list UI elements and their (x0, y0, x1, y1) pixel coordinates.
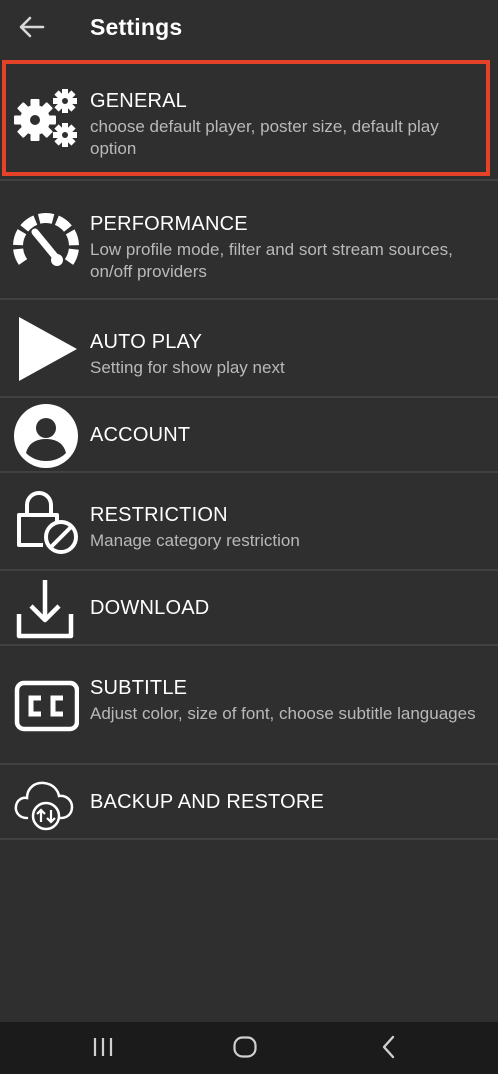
lock-restriction-icon (13, 489, 79, 555)
settings-item-description: choose default player, poster size, defa… (90, 117, 439, 158)
recents-button[interactable] (88, 1034, 118, 1064)
settings-item-label: ACCOUNT (90, 424, 191, 446)
back-button[interactable] (14, 11, 50, 47)
settings-item-label: RESTRICTION (90, 504, 228, 526)
settings-item-download[interactable]: DOWNLOAD (0, 571, 498, 646)
settings-item-label: GENERAL (90, 90, 187, 112)
settings-item-label: AUTO PLAY (90, 331, 203, 353)
app-bar: Settings (0, 0, 498, 58)
cloud-sync-icon (13, 770, 79, 836)
download-icon (13, 576, 79, 642)
speedometer-icon (13, 208, 79, 274)
settings-item-general[interactable]: GENERAL choose default player, poster si… (0, 58, 498, 181)
settings-item-text: PERFORMANCE Low profile mode, filter and… (90, 212, 478, 283)
arrow-left-icon (19, 16, 45, 43)
settings-item-description: Adjust color, size of font, choose subti… (90, 704, 476, 723)
settings-item-label: SUBTITLE (90, 677, 188, 699)
home-icon (232, 1035, 258, 1064)
settings-item-label: PERFORMANCE (90, 213, 248, 235)
gears-icon (13, 86, 79, 152)
settings-item-restriction[interactable]: RESTRICTION Manage category restriction (0, 473, 498, 571)
closed-captions-icon (13, 673, 79, 739)
settings-item-text: SUBTITLE Adjust color, size of font, cho… (90, 676, 478, 725)
settings-item-description: Setting for show play next (90, 358, 285, 377)
settings-item-auto-play[interactable]: AUTO PLAY Setting for show play next (0, 300, 498, 398)
settings-item-text: RESTRICTION Manage category restriction (90, 503, 478, 552)
settings-item-description: Manage category restriction (90, 531, 300, 550)
settings-item-text: ACCOUNT (90, 423, 478, 447)
system-navigation-bar (0, 1022, 498, 1074)
settings-item-subtitle[interactable]: SUBTITLE Adjust color, size of font, cho… (0, 646, 498, 765)
home-button[interactable] (230, 1034, 260, 1064)
settings-item-label: DOWNLOAD (90, 597, 210, 619)
settings-item-account[interactable]: ACCOUNT (0, 398, 498, 473)
settings-item-label: BACKUP AND RESTORE (90, 791, 325, 813)
page-title: Settings (90, 14, 183, 40)
play-icon (13, 316, 79, 382)
settings-screen: Settings GENERAL choose default player, … (0, 0, 498, 1074)
settings-list: GENERAL choose default player, poster si… (0, 58, 498, 840)
settings-item-description: Low profile mode, filter and sort stream… (90, 240, 453, 281)
settings-item-backup-restore[interactable]: BACKUP AND RESTORE (0, 765, 498, 840)
settings-item-text: AUTO PLAY Setting for show play next (90, 330, 478, 379)
back-chevron-icon (379, 1035, 399, 1064)
settings-item-text: DOWNLOAD (90, 596, 478, 620)
recents-icon (91, 1036, 115, 1063)
account-icon (13, 403, 79, 469)
system-back-button[interactable] (374, 1034, 404, 1064)
settings-item-text: GENERAL choose default player, poster si… (90, 89, 478, 160)
settings-item-performance[interactable]: PERFORMANCE Low profile mode, filter and… (0, 181, 498, 300)
settings-item-text: BACKUP AND RESTORE (90, 790, 478, 814)
